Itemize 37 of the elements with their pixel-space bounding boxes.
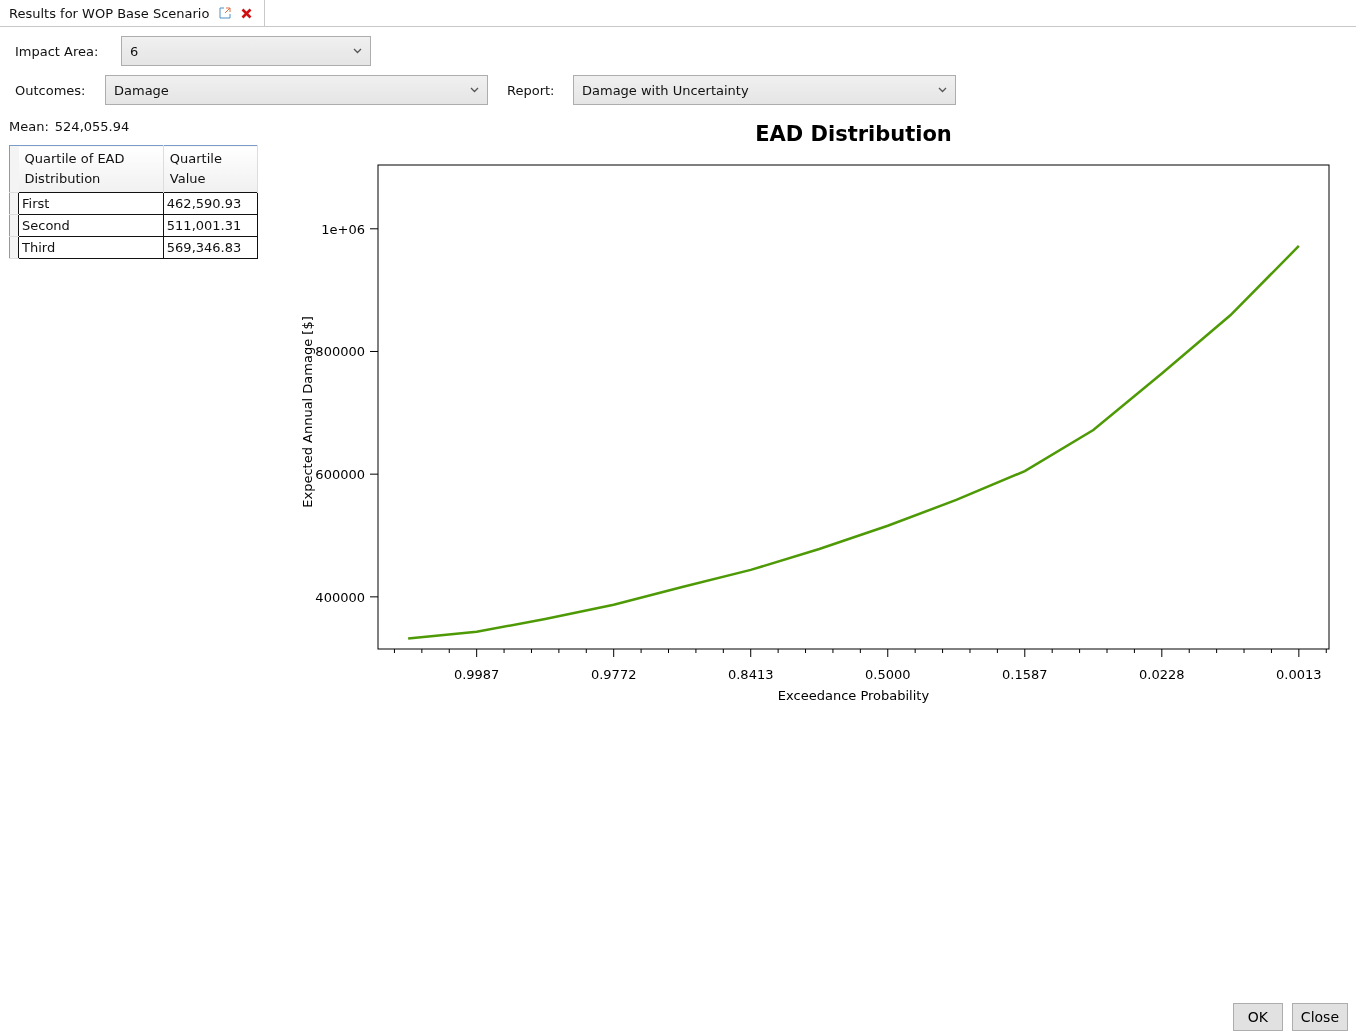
column-header: Quartile Value — [163, 145, 258, 193]
chevron-icon — [470, 87, 479, 93]
table-cell: Third — [18, 236, 164, 259]
x-axis-label: Exceedance Probability — [777, 688, 930, 703]
x-tick-label: 0.1587 — [1002, 667, 1048, 682]
x-tick-label: 0.9772 — [590, 667, 637, 682]
chevron-icon — [938, 87, 947, 93]
pop-out-icon[interactable] — [219, 7, 232, 19]
y-tick-label: 800000 — [315, 344, 365, 360]
y-tick-label: 400000 — [315, 589, 365, 605]
chevron-icon — [353, 48, 362, 54]
column-header: Quartile of EAD Distribution — [18, 145, 164, 193]
x-tick-label: 0.8413 — [728, 667, 774, 682]
close-icon[interactable] — [241, 7, 253, 19]
mean-value: 524,055.94 — [54, 119, 130, 134]
report-dropdown[interactable]: Damage with Uncertainty — [573, 75, 956, 105]
y-tick-label: 1e+06 — [321, 221, 365, 237]
table-cell: Second — [18, 214, 164, 237]
x-tick-label: 0.5000 — [865, 667, 911, 682]
table-cell: 569,346.83 — [163, 236, 258, 259]
ok-button[interactable]: OK — [1232, 1003, 1283, 1031]
chart-title: EAD Distribution — [755, 122, 952, 146]
x-tick-label: 0.0228 — [1139, 667, 1185, 682]
impact-area-dropdown[interactable]: 6 — [121, 36, 371, 66]
close-button[interactable]: Close — [1291, 1003, 1348, 1031]
outcomes-label: Outcomes: — [15, 82, 87, 98]
report-label: Report: — [507, 82, 556, 98]
outcomes-dropdown[interactable]: Damage — [105, 75, 488, 105]
y-axis-label: Expected Annual Damage [$] — [300, 316, 315, 508]
table-cell: 511,001.31 — [163, 214, 258, 237]
impact-area-label: Impact Area: — [15, 43, 100, 59]
table-cell: 462,590.93 — [163, 192, 258, 215]
table-cell: First — [18, 192, 164, 215]
x-tick-label: 0.9987 — [453, 667, 500, 682]
y-tick-label: 600000 — [315, 467, 365, 483]
x-tick-label: 0.0013 — [1276, 667, 1322, 682]
mean-label: Mean: — [9, 119, 49, 134]
